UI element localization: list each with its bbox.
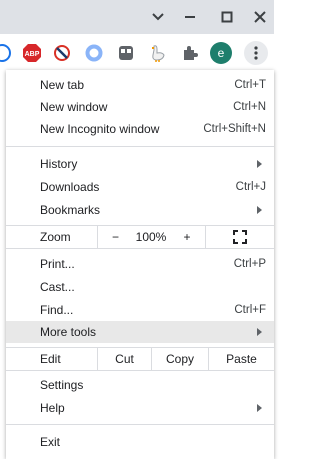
submenu-arrow-icon bbox=[257, 206, 262, 214]
menu-item-downloads[interactable]: Downloads Ctrl+J bbox=[6, 176, 274, 198]
menu-item-new-incognito-window[interactable]: New Incognito window Ctrl+Shift+N bbox=[6, 118, 274, 140]
profile-initial: e bbox=[218, 46, 225, 60]
menu-item-label: Bookmarks bbox=[40, 203, 101, 217]
chrome-main-menu: New tab Ctrl+T New window Ctrl+N New Inc… bbox=[6, 70, 274, 459]
copy-label: Copy bbox=[165, 352, 194, 366]
cut-button[interactable]: Cut bbox=[97, 348, 151, 370]
shortcut-label: Ctrl+J bbox=[235, 181, 266, 193]
menu-item-label: More tools bbox=[40, 325, 97, 339]
zoom-level: 100% bbox=[133, 226, 169, 248]
menu-item-label: Find... bbox=[40, 303, 74, 317]
ring-extension-icon[interactable] bbox=[84, 43, 104, 63]
edit-label: Edit bbox=[40, 352, 61, 366]
menu-item-print[interactable]: Print... Ctrl+P bbox=[6, 253, 274, 275]
menu-item-label: Print... bbox=[40, 257, 75, 271]
menu-item-help[interactable]: Help bbox=[6, 397, 274, 419]
shortcut-label: Ctrl+Shift+N bbox=[203, 123, 266, 135]
menu-item-new-tab[interactable]: New tab Ctrl+T bbox=[6, 74, 274, 96]
menu-separator bbox=[6, 146, 274, 147]
abp-label: ABP bbox=[25, 51, 40, 58]
minimize-button[interactable] bbox=[180, 8, 200, 26]
menu-item-find[interactable]: Find... Ctrl+F bbox=[6, 299, 274, 321]
shortcut-label: Ctrl+N bbox=[233, 101, 266, 113]
menu-item-label: New window bbox=[40, 100, 108, 114]
kebab-menu-icon[interactable] bbox=[244, 41, 268, 65]
menu-item-exit[interactable]: Exit bbox=[6, 431, 274, 453]
fullscreen-icon bbox=[233, 230, 247, 244]
chevron-down-icon[interactable] bbox=[148, 8, 168, 26]
submenu-arrow-icon bbox=[257, 160, 262, 168]
puzzle-extensions-icon[interactable] bbox=[180, 43, 200, 63]
menu-item-new-window[interactable]: New window Ctrl+N bbox=[6, 96, 274, 118]
browser-toolbar: ABP e bbox=[0, 34, 274, 72]
title-bar bbox=[0, 0, 274, 34]
adblock-plus-icon[interactable]: ABP bbox=[22, 43, 42, 63]
submenu-arrow-icon bbox=[257, 404, 262, 412]
zoom-in-button[interactable]: + bbox=[169, 226, 205, 248]
menu-separator bbox=[6, 424, 274, 425]
maximize-button[interactable] bbox=[217, 8, 237, 26]
menu-item-label: New Incognito window bbox=[40, 122, 160, 136]
menu-item-label: New tab bbox=[40, 78, 85, 92]
zoom-out-button[interactable]: − bbox=[97, 226, 133, 248]
menu-item-cast[interactable]: Cast... bbox=[6, 276, 274, 298]
shortcut-label: Ctrl+F bbox=[234, 304, 266, 316]
block-icon[interactable] bbox=[52, 43, 72, 63]
menu-item-history[interactable]: History bbox=[6, 153, 274, 175]
menu-item-bookmarks[interactable]: Bookmarks bbox=[6, 199, 274, 221]
menu-item-settings[interactable]: Settings bbox=[6, 374, 274, 396]
cut-label: Cut bbox=[115, 352, 134, 366]
zoom-label: Zoom bbox=[40, 230, 71, 244]
zoom-row: Zoom − 100% + bbox=[6, 225, 274, 249]
minus-icon: − bbox=[111, 230, 119, 244]
extension-circle-icon[interactable] bbox=[0, 43, 12, 63]
menu-item-label: Help bbox=[40, 401, 65, 415]
shortcut-label: Ctrl+T bbox=[234, 79, 266, 91]
goose-icon[interactable] bbox=[148, 43, 168, 63]
paste-label: Paste bbox=[226, 352, 257, 366]
close-button[interactable] bbox=[250, 8, 270, 26]
profile-avatar[interactable]: e bbox=[210, 42, 232, 64]
menu-item-label: Exit bbox=[40, 435, 61, 449]
paste-button[interactable]: Paste bbox=[208, 348, 274, 370]
shortcut-label: Ctrl+P bbox=[233, 258, 266, 270]
fullscreen-button[interactable] bbox=[205, 226, 274, 248]
edit-row: Edit Cut Copy Paste bbox=[6, 347, 274, 371]
copy-button[interactable]: Copy bbox=[151, 348, 208, 370]
zoom-value: 100% bbox=[135, 230, 167, 244]
menu-item-more-tools[interactable]: More tools bbox=[6, 321, 274, 343]
menu-item-label: Settings bbox=[40, 378, 84, 392]
menu-item-label: History bbox=[40, 157, 78, 171]
menu-item-label: Cast... bbox=[40, 280, 75, 294]
tab-manager-icon[interactable] bbox=[116, 43, 136, 63]
plus-icon: + bbox=[183, 230, 191, 244]
menu-item-label: Downloads bbox=[40, 180, 100, 194]
submenu-arrow-icon bbox=[257, 328, 262, 336]
